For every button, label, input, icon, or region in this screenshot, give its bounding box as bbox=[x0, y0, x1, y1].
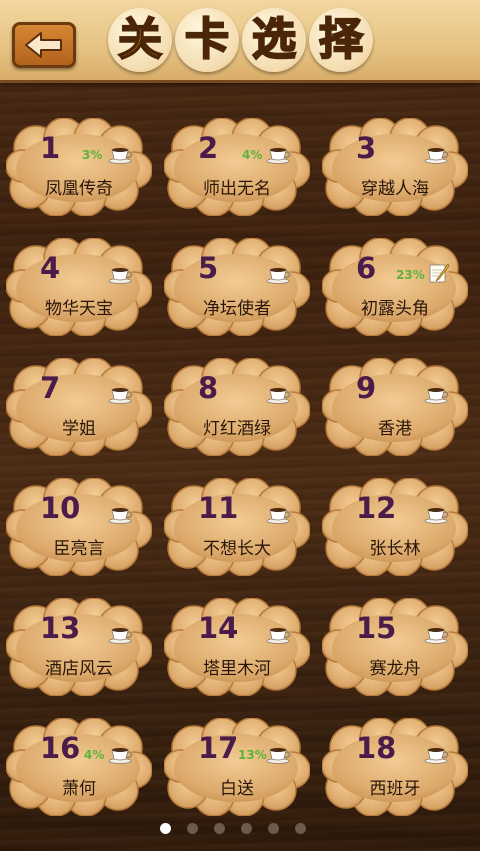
page-dot[interactable] bbox=[187, 823, 198, 834]
coffee-cup-icon bbox=[266, 504, 292, 528]
level-name: 赛龙舟 bbox=[369, 659, 421, 679]
level-number: 4 bbox=[40, 251, 61, 285]
title-char: 择 bbox=[309, 8, 373, 72]
coffee-cup-icon bbox=[424, 144, 450, 168]
coffee-cup-icon bbox=[424, 384, 450, 408]
coffee-cup-icon bbox=[424, 624, 450, 648]
level-button-8[interactable]: 8 灯红酒绿 bbox=[163, 357, 311, 457]
coffee-cup-icon bbox=[266, 144, 292, 168]
level-name: 萧何 bbox=[62, 779, 96, 799]
level-number: 11 bbox=[198, 491, 239, 525]
level-button-15[interactable]: 15 赛龙舟 bbox=[321, 597, 469, 697]
level-button-14[interactable]: 14 塔里木河 bbox=[163, 597, 311, 697]
coffee-cup-icon bbox=[424, 504, 450, 528]
level-progress-percent: 3% bbox=[82, 148, 103, 162]
level-name: 臣亮言 bbox=[53, 539, 105, 559]
level-button-16[interactable]: 16 4% 萧何 bbox=[5, 717, 153, 817]
level-number: 18 bbox=[356, 731, 397, 765]
title-char: 选 bbox=[242, 8, 306, 72]
level-number: 9 bbox=[356, 371, 377, 405]
level-button-3[interactable]: 3 穿越人海 bbox=[321, 117, 469, 217]
level-button-5[interactable]: 5 净坛使者 bbox=[163, 237, 311, 337]
level-name: 西班牙 bbox=[369, 779, 421, 799]
level-name: 初露头角 bbox=[361, 299, 429, 319]
level-number: 8 bbox=[198, 371, 219, 405]
coffee-cup-icon bbox=[424, 744, 450, 768]
level-button-6[interactable]: 6 23% 初露头角 bbox=[321, 237, 469, 337]
page-dot[interactable] bbox=[160, 823, 171, 834]
level-button-1[interactable]: 1 3% 凤凰传奇 bbox=[5, 117, 153, 217]
level-button-18[interactable]: 18 西班牙 bbox=[321, 717, 469, 817]
coffee-cup-icon bbox=[108, 384, 134, 408]
level-button-12[interactable]: 12 张长林 bbox=[321, 477, 469, 577]
level-button-7[interactable]: 7 学姐 bbox=[5, 357, 153, 457]
level-name: 物华天宝 bbox=[45, 299, 113, 319]
notepad-pencil-icon bbox=[428, 262, 450, 288]
level-number: 7 bbox=[40, 371, 61, 405]
level-name: 灯红酒绿 bbox=[203, 419, 271, 439]
level-name: 凤凰传奇 bbox=[45, 179, 113, 199]
level-name: 塔里木河 bbox=[203, 659, 271, 679]
page-title: 关 卡 选 择 bbox=[108, 8, 378, 74]
level-name: 学姐 bbox=[62, 419, 96, 439]
level-name: 香港 bbox=[378, 419, 412, 439]
header-bar: 关 卡 选 择 bbox=[0, 0, 480, 83]
coffee-cup-icon bbox=[108, 744, 134, 768]
level-number: 6 bbox=[356, 251, 377, 285]
page-dot[interactable] bbox=[295, 823, 306, 834]
level-button-17[interactable]: 17 13% 白送 bbox=[163, 717, 311, 817]
coffee-cup-icon bbox=[266, 264, 292, 288]
level-number: 10 bbox=[40, 491, 81, 525]
coffee-cup-icon bbox=[266, 384, 292, 408]
coffee-cup-icon bbox=[108, 504, 134, 528]
coffee-cup-icon bbox=[266, 624, 292, 648]
coffee-cup-icon bbox=[108, 144, 134, 168]
level-number: 2 bbox=[198, 131, 219, 165]
level-name: 穿越人海 bbox=[361, 179, 429, 199]
level-button-13[interactable]: 13 酒店风云 bbox=[5, 597, 153, 697]
level-number: 16 bbox=[40, 731, 81, 765]
page-dot[interactable] bbox=[268, 823, 279, 834]
level-button-4[interactable]: 4 物华天宝 bbox=[5, 237, 153, 337]
level-number: 3 bbox=[356, 131, 377, 165]
level-progress-percent: 4% bbox=[242, 148, 263, 162]
left-arrow-icon bbox=[25, 32, 62, 58]
page-indicator bbox=[0, 820, 480, 840]
level-number: 14 bbox=[198, 611, 239, 645]
level-number: 12 bbox=[356, 491, 397, 525]
level-number: 13 bbox=[40, 611, 81, 645]
level-progress-percent: 23% bbox=[396, 268, 425, 282]
level-number: 15 bbox=[356, 611, 397, 645]
coffee-cup-icon bbox=[266, 744, 292, 768]
page-dot[interactable] bbox=[241, 823, 252, 834]
level-number: 5 bbox=[198, 251, 219, 285]
level-name: 张长林 bbox=[369, 539, 421, 559]
level-progress-percent: 4% bbox=[84, 748, 105, 762]
page-dot[interactable] bbox=[214, 823, 225, 834]
coffee-cup-icon bbox=[108, 264, 134, 288]
coffee-cup-icon bbox=[108, 624, 134, 648]
level-name: 不想长大 bbox=[203, 539, 271, 559]
level-button-11[interactable]: 11 不想长大 bbox=[163, 477, 311, 577]
level-name: 师出无名 bbox=[203, 179, 271, 199]
level-name: 酒店风云 bbox=[45, 659, 113, 679]
back-button[interactable] bbox=[12, 22, 76, 68]
level-button-9[interactable]: 9 香港 bbox=[321, 357, 469, 457]
level-number: 17 bbox=[198, 731, 239, 765]
level-name: 白送 bbox=[220, 779, 254, 799]
level-number: 1 bbox=[40, 131, 61, 165]
level-name: 净坛使者 bbox=[203, 299, 271, 319]
title-char: 关 bbox=[108, 8, 172, 72]
level-progress-percent: 13% bbox=[238, 748, 267, 762]
level-button-2[interactable]: 2 4% 师出无名 bbox=[163, 117, 311, 217]
level-select-screen: 关 卡 选 择 1 3% 凤凰传奇 2 4% 师出无名 3 穿越人海 4 物华天… bbox=[0, 0, 480, 851]
title-char: 卡 bbox=[175, 8, 239, 72]
level-button-10[interactable]: 10 臣亮言 bbox=[5, 477, 153, 577]
